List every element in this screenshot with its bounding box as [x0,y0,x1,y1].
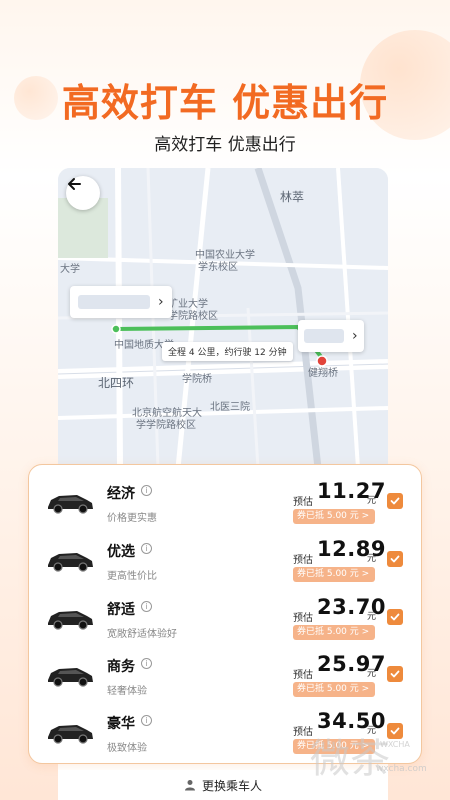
ride-option-row[interactable]: 商务 i 轻奢体验 预估 25.97 元券已抵 5.00 元 > [29,646,421,704]
map-label: 学院路校区 [168,311,218,322]
car-icon [45,660,95,690]
checkbox-checked-icon[interactable] [387,666,403,682]
coupon-badge[interactable]: 券已抵 5.00 元 > [293,509,375,524]
page-subheadline: 高效打车 优惠出行 [154,135,296,155]
ride-description: 更高性价比 [107,571,157,582]
ride-description: 轻奢体验 [107,686,147,697]
map-label: 林萃 [280,190,305,204]
car-icon [45,603,95,633]
estimate-label: 预估 [293,613,313,624]
info-icon[interactable]: i [141,543,152,554]
start-location-card[interactable]: › [70,286,172,318]
destination-card[interactable]: › [298,320,364,352]
ride-description: 价格更实惠 [107,513,157,524]
ride-option-row[interactable]: 舒适 i 宽敞舒适体验好 预估 23.70 元券已抵 5.00 元 > [29,589,421,647]
ride-description: 极致体验 [107,743,147,754]
chevron-right-icon: › [352,328,358,344]
map-label: 北医三院 [210,402,250,413]
ride-option-row[interactable]: 优选 i 更高性价比 预估 12.89 元券已抵 5.00 元 > [29,531,421,589]
currency-unit: 元 [367,554,377,564]
estimate-label: 预估 [293,555,313,566]
checkbox-checked-icon[interactable] [387,493,403,509]
ride-name: 优选 [107,544,135,560]
location-placeholder [304,329,344,343]
map-roads [58,168,388,468]
checkbox-checked-icon[interactable] [387,609,403,625]
info-icon[interactable]: i [141,485,152,496]
currency-unit: 元 [367,669,377,679]
estimate-label: 预估 [293,670,313,681]
ride-option-row[interactable]: 经济 i 价格更实惠 预估 11.27 元券已抵 5.00 元 > [29,473,421,531]
person-icon [184,780,195,791]
coupon-badge[interactable]: 券已抵 5.00 元 > [293,567,375,582]
map-label: 学学院路校区 [136,420,196,431]
estimate-label: 预估 [293,497,313,508]
currency-unit: 元 [367,496,377,506]
location-placeholder [78,295,150,309]
map-label: 学东校区 [198,262,238,273]
map-view[interactable]: 林萃 中国农业大学 学东校区 大学 矿业大学 学院路校区 中国地质大学 北四环 … [58,168,388,468]
car-icon [45,487,95,517]
info-icon[interactable]: i [141,601,152,612]
ride-name: 舒适 [107,602,135,618]
map-label: 健翔桥 [308,368,338,379]
coupon-badge[interactable]: 券已抵 5.00 元 > [293,625,375,640]
coupon-badge[interactable]: 券已抵 5.00 元 > [293,682,375,697]
info-icon[interactable]: i [141,658,152,669]
watermark-small: WXCHA [380,740,410,749]
ride-options-panel: 经济 i 价格更实惠 预估 11.27 元券已抵 5.00 元 > 优选 i 更高性价比 预估 12… [28,464,422,764]
checkbox-checked-icon[interactable] [387,551,403,567]
map-label: 北四环 [98,376,135,390]
ride-name: 商务 [107,659,135,675]
ride-name: 豪华 [107,716,135,732]
arrow-left-icon [68,178,81,190]
page-headline: 高效打车 优惠出行 [61,81,389,125]
map-label: 大学 [60,264,80,275]
car-icon [45,545,95,575]
info-icon[interactable]: i [141,715,152,726]
ride-description: 宽敞舒适体验好 [107,629,177,640]
change-passenger-label: 更换乘车人 [201,778,262,793]
watermark: 微茶 [310,736,390,782]
map-label: 学院桥 [182,374,212,385]
back-button[interactable] [66,176,100,210]
currency-unit: 元 [367,612,377,622]
watermark-url: wxcha.com [376,764,427,774]
route-summary: 全程 4 公里，约行驶 12 分钟 [162,342,293,361]
chevron-right-icon: › [158,294,164,310]
car-icon [45,717,95,747]
ride-name: 经济 [107,486,135,502]
